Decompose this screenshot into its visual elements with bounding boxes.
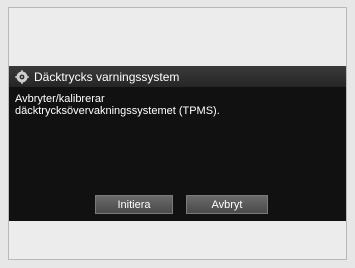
dialog-title: Däcktrycks varningssystem: [34, 69, 180, 84]
message-line-2: däcktrycksövervakningssystemet (TPMS).: [15, 105, 220, 117]
dialog-title-bar: Däcktrycks varningssystem: [9, 66, 346, 87]
message-line-1: Avbryter/kalibrerar: [15, 93, 105, 105]
tpms-dialog: Däcktrycks varningssystem Avbryter/kalib…: [9, 66, 346, 221]
cancel-button[interactable]: Avbryt: [186, 195, 268, 214]
dialog-message: Avbryter/kalibrerar däcktrycksövervaknin…: [15, 93, 340, 117]
tire-pressure-warning-icon: [15, 69, 29, 84]
initiate-button[interactable]: Initiera: [95, 195, 173, 214]
display-screen: Däcktrycks varningssystem Avbryter/kalib…: [8, 7, 347, 260]
